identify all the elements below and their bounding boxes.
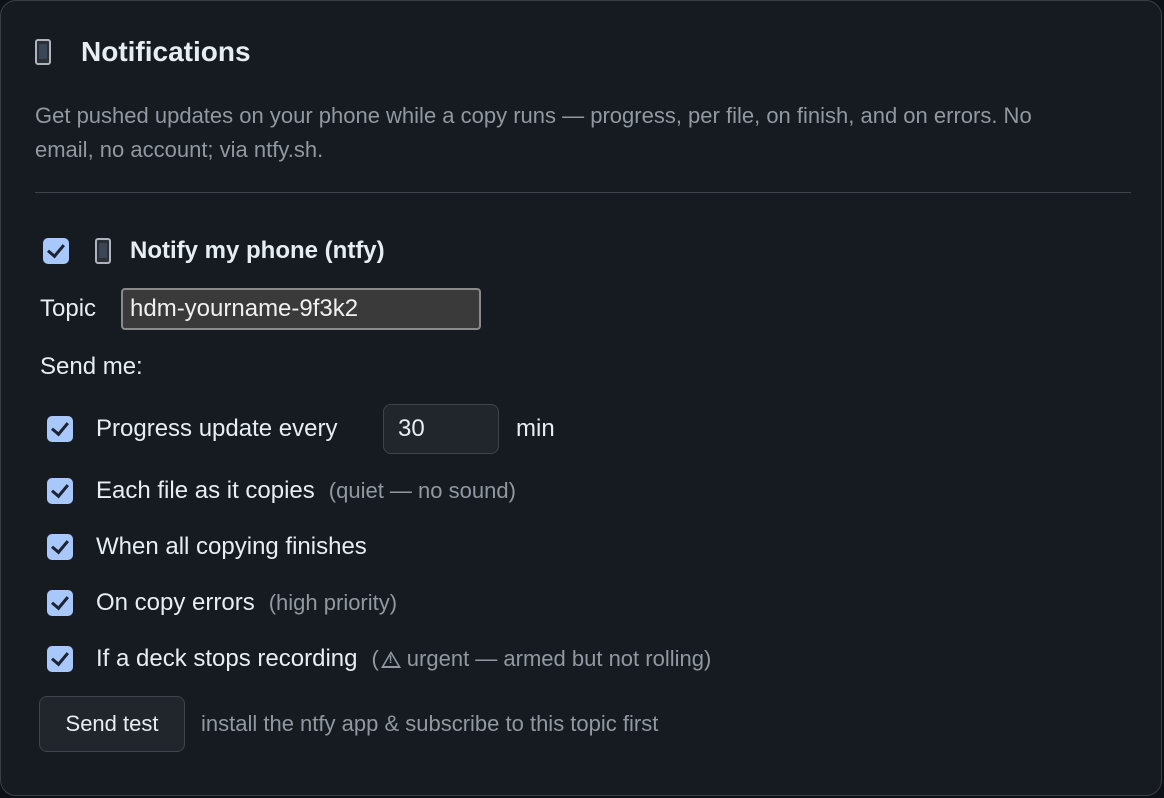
errors-checkbox[interactable] (47, 590, 73, 616)
errors-note: (high priority) (268, 590, 398, 615)
each-file-note: (quiet — no sound) (328, 478, 516, 503)
each-file-option[interactable]: Each file as it copies (quiet — no sound) (96, 474, 516, 508)
finish-checkbox[interactable] (47, 534, 73, 560)
finish-label[interactable]: When all copying finishes (96, 530, 367, 564)
each-file-label: Each file as it copies (96, 477, 315, 504)
errors-label: On copy errors (96, 589, 255, 616)
topic-input[interactable] (121, 288, 481, 330)
deck-stop-note: ( urgent — armed but not rolling) (371, 646, 711, 671)
deck-stop-note-text: urgent — armed but not rolling) (406, 646, 712, 671)
enable-notifications-label[interactable]: Notify my phone (ntfy) (130, 234, 385, 268)
send-test-hint: install the ntfy app & subscribe to this… (201, 711, 659, 736)
deck-stop-checkbox[interactable] (47, 646, 73, 672)
each-file-checkbox[interactable] (47, 478, 73, 504)
note-open-paren: ( (371, 646, 379, 671)
progress-update-label[interactable]: Progress update every (96, 412, 337, 446)
warning-icon (380, 651, 401, 668)
topic-label: Topic (40, 295, 97, 322)
progress-update-checkbox[interactable] (47, 416, 73, 442)
card-description: Get pushed updates on your phone while a… (35, 103, 1032, 162)
interval-unit-label: min (516, 415, 555, 442)
card-title: Notifications (81, 36, 251, 67)
progress-interval-input[interactable] (383, 404, 499, 454)
send-test-button[interactable]: Send test (39, 696, 185, 752)
mobile-phone-icon (95, 238, 111, 264)
errors-option[interactable]: On copy errors (high priority) (96, 586, 397, 620)
send-me-label: Send me: (40, 353, 143, 380)
divider (35, 192, 1131, 193)
deck-stop-label: If a deck stops recording (96, 645, 358, 672)
card-header: Notifications (35, 31, 251, 73)
notifications-card: Notifications Get pushed updates on your… (0, 0, 1162, 796)
deck-stop-option[interactable]: If a deck stops recording ( urgent — armed… (96, 642, 711, 676)
enable-notifications-checkbox[interactable] (43, 238, 69, 264)
mobile-phone-icon (35, 39, 51, 65)
